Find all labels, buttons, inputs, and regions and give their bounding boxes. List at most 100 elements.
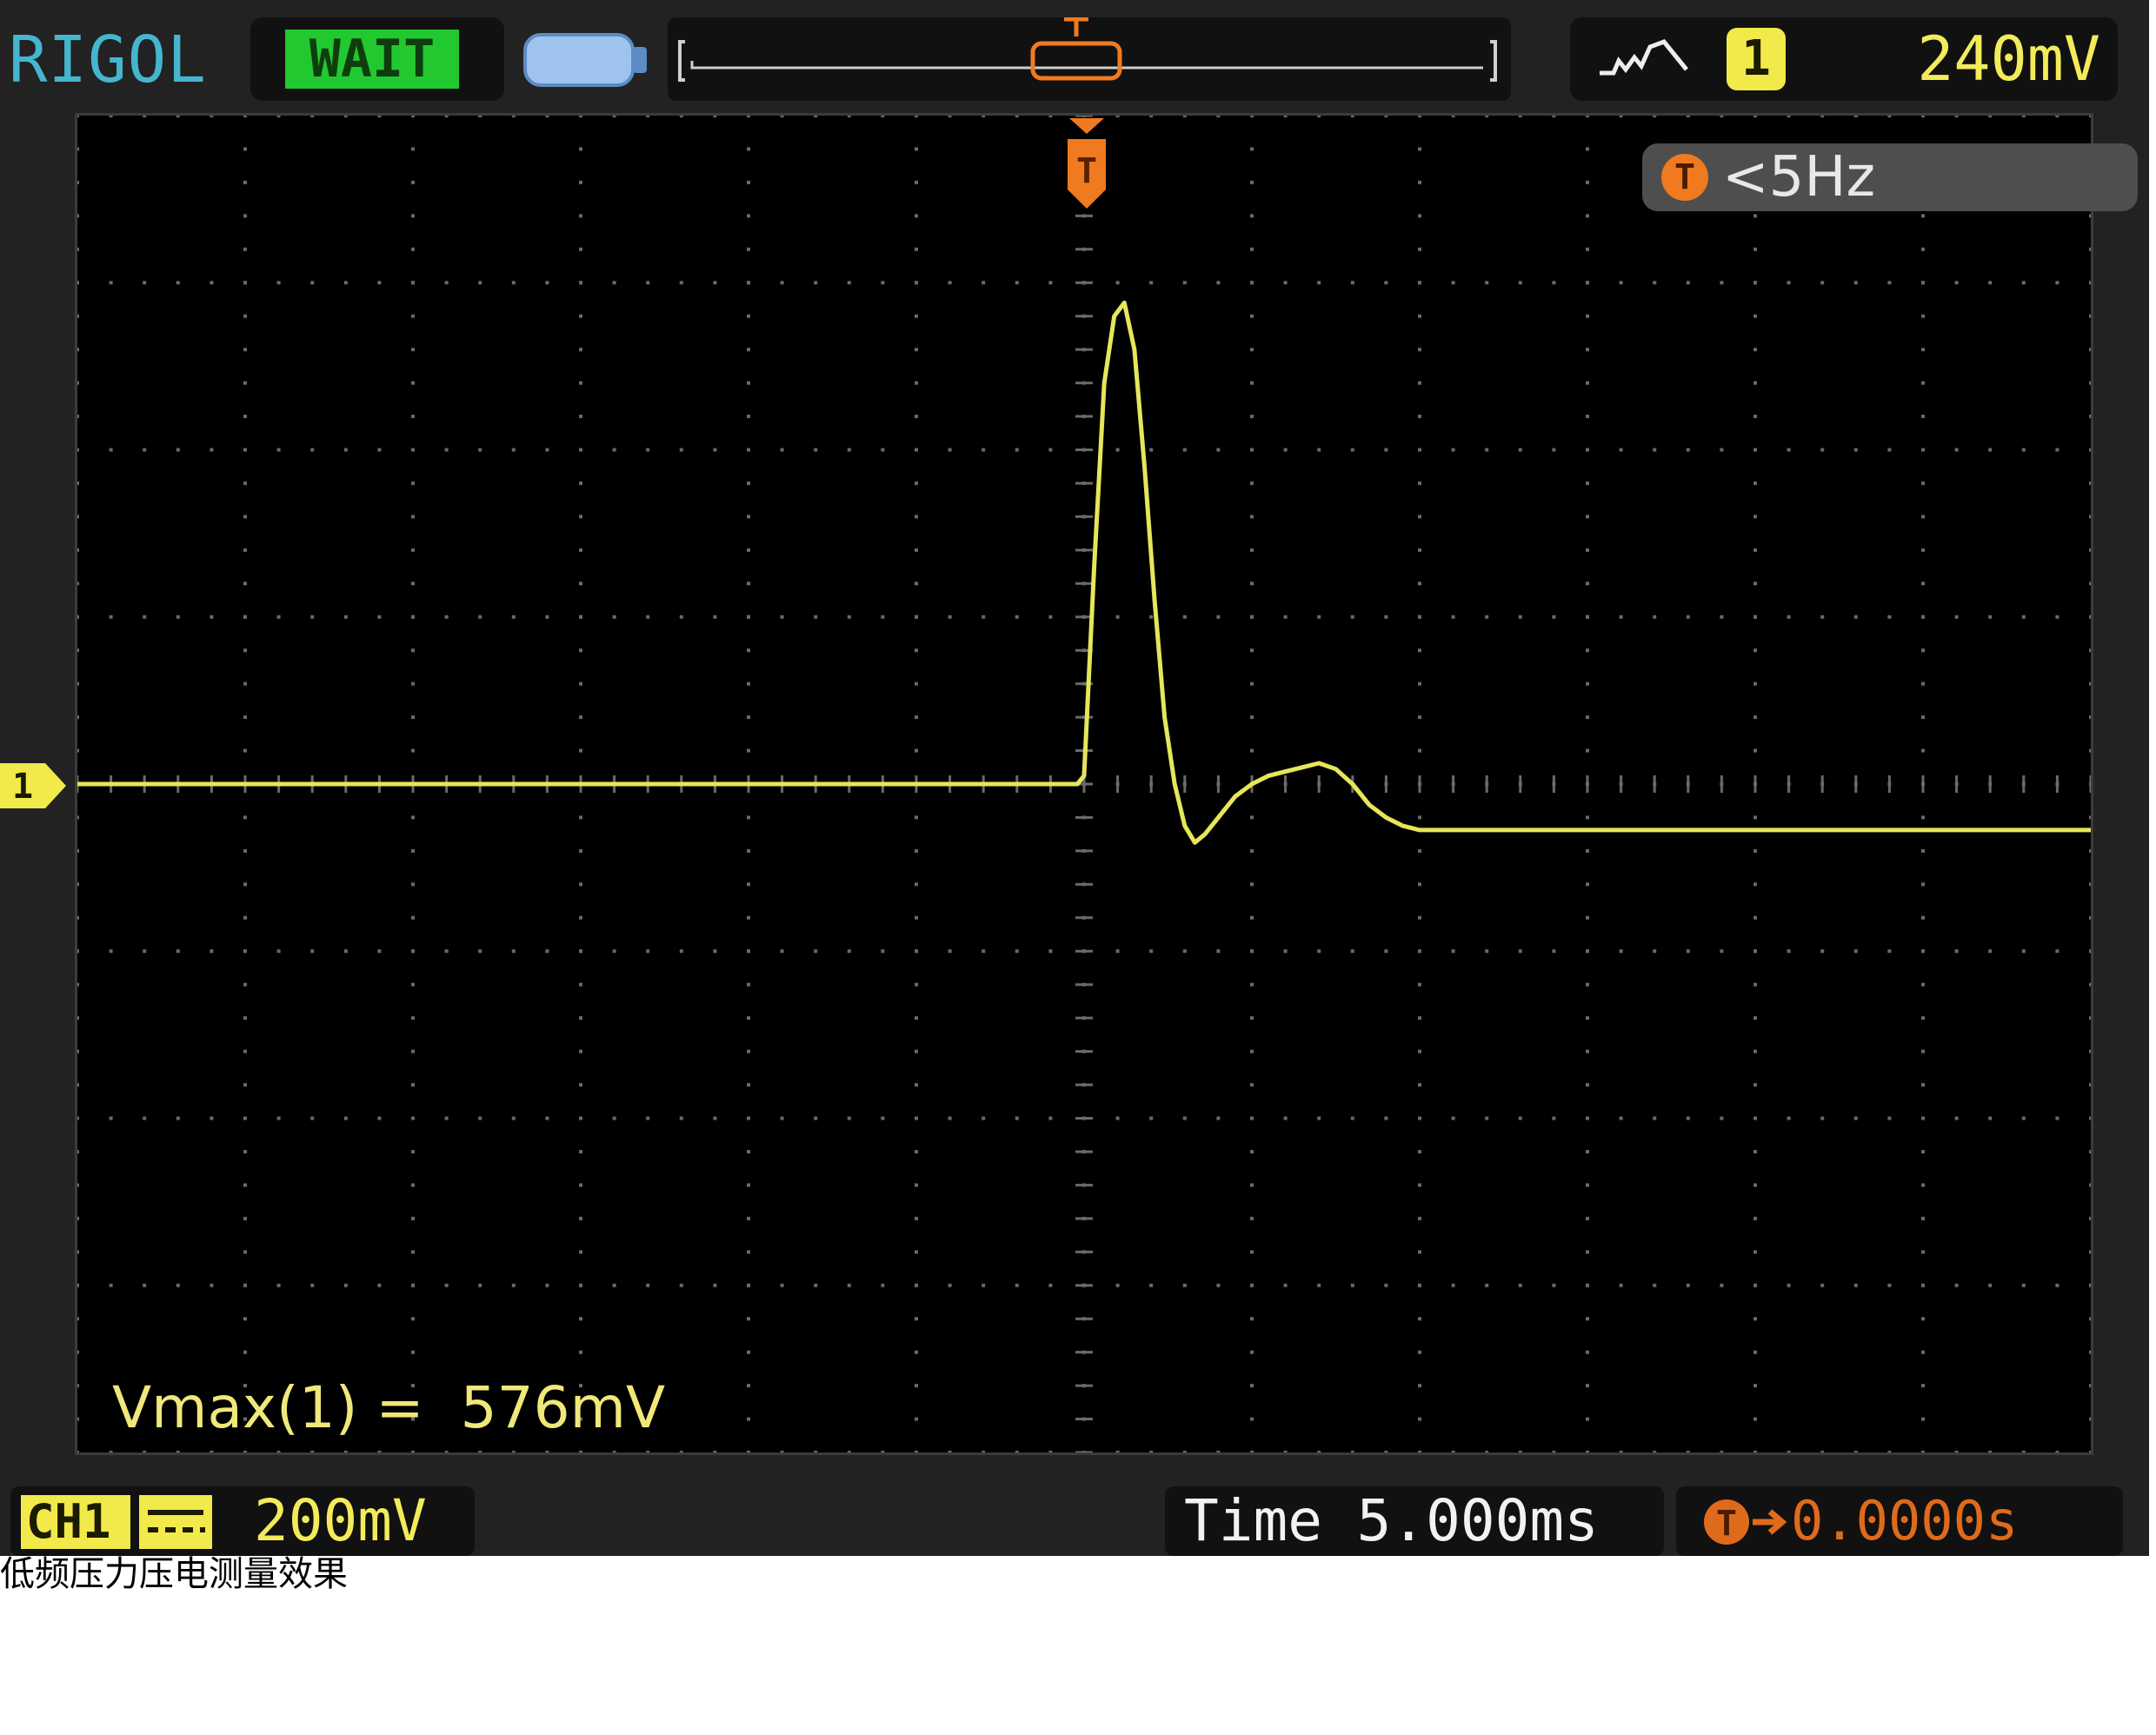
grid-dot [2089,582,2091,586]
grid-dot [411,582,415,586]
ch1-ground-marker[interactable]: 1 [0,760,68,812]
trigger-icon: T [1661,154,1708,201]
grid-dot [1787,448,1791,452]
grid-dot [243,348,247,352]
grid-dot [1115,1283,1120,1287]
grid-dot [1686,1451,1690,1452]
grid-dot [646,949,650,954]
grid-dot [1988,281,1993,285]
grid-dot [411,515,415,519]
grid-dot [713,448,717,452]
grid-dot [1250,1350,1254,1354]
grid-dot [1216,448,1221,452]
grid-dot [579,247,582,251]
grid-dot [77,915,79,920]
grid-dot [1720,615,1724,619]
grid-dot [1921,116,1925,117]
grid-dot [411,1049,415,1054]
grid-dot [2055,615,2060,619]
grid-dot [109,281,113,285]
grid-dot [1283,116,1288,117]
dc-coupling-icon [139,1495,212,1549]
grid-dot [411,1016,415,1020]
grid-dot [176,1451,180,1452]
grid-dot [2089,1183,2091,1187]
grid-dot [713,1283,717,1287]
grid-dot [1350,1283,1354,1287]
grid-dot [343,1116,348,1120]
trigger-position-marker[interactable]: T [1062,115,1111,212]
grid-dot [243,481,247,485]
grid-dot [210,1283,214,1287]
grid-dot [2089,381,2091,385]
grid-dot [1149,281,1154,285]
grid-dot [1954,615,1959,619]
grid-dot [1283,1116,1288,1120]
grid-dot [444,1283,449,1287]
grid-dot [1451,1451,1455,1452]
grid-dot [377,116,382,117]
grid-dot [1552,281,1556,285]
grid-dot [612,116,616,117]
grid-dot [1921,1451,1925,1452]
grid-dot [1518,615,1522,619]
grid-dot [2089,681,2091,686]
grid-dot [109,1116,113,1120]
grid-dot [77,1049,79,1054]
grid-dot [1418,147,1421,151]
grid-dot [1853,1451,1858,1452]
grid-dot [1418,1384,1421,1388]
grid-dot [747,116,750,117]
grid-dot [2089,882,2091,887]
grid-dot [747,1317,750,1321]
grid-dot [77,1116,79,1120]
grid-dot [1586,348,1589,352]
grid-dot [411,681,415,686]
memory-overview-bar [668,17,1511,101]
grid-dot [1250,1317,1254,1321]
grid-dot [1853,1283,1858,1287]
grid-dot [444,116,449,117]
grid-dot [478,615,482,619]
grid-dot [1586,448,1589,452]
grid-dot [948,281,952,285]
grid-dot [411,448,415,452]
grid-dot [1485,281,1489,285]
grid-dot [411,648,415,653]
grid-dot [243,1317,247,1321]
channel-settings-panel: CH1 200mV [10,1486,475,1556]
grid-dot [679,1116,683,1120]
grid-dot [1283,281,1288,285]
grid-dot [1921,681,1925,686]
grid-dot [579,1350,582,1354]
grid-dot [478,281,482,285]
grid-dot [1216,281,1221,285]
grid-dot [1250,1183,1254,1187]
grid-dot [77,147,79,151]
grid-dot [915,1116,918,1120]
grid-dot [1753,314,1757,318]
grid-dot [1250,281,1254,285]
grid-dot [1552,1451,1556,1452]
grid-dot [881,1451,885,1452]
grid-dot [1317,1451,1321,1452]
grid-dot [579,147,582,151]
grid-dot [1250,314,1254,318]
grid-dot [109,1283,113,1287]
grid-dot [1753,281,1757,285]
grid-dot [1988,116,1993,117]
grid-dot [1182,116,1187,117]
grid-dot [77,1350,79,1354]
grid-dot [579,1451,582,1452]
grid-dot [77,1451,79,1452]
grid-dot [1853,949,1858,954]
grid-dot [915,1384,918,1388]
grid-dot [1250,180,1254,184]
grid-dot [1853,615,1858,619]
grid-dot [1485,1283,1489,1287]
grid-dot [377,1283,382,1287]
grid-dot [2089,1317,2091,1321]
grid-dot [2089,481,2091,485]
grid-dot [1820,116,1825,117]
grid-dot [243,1283,247,1287]
